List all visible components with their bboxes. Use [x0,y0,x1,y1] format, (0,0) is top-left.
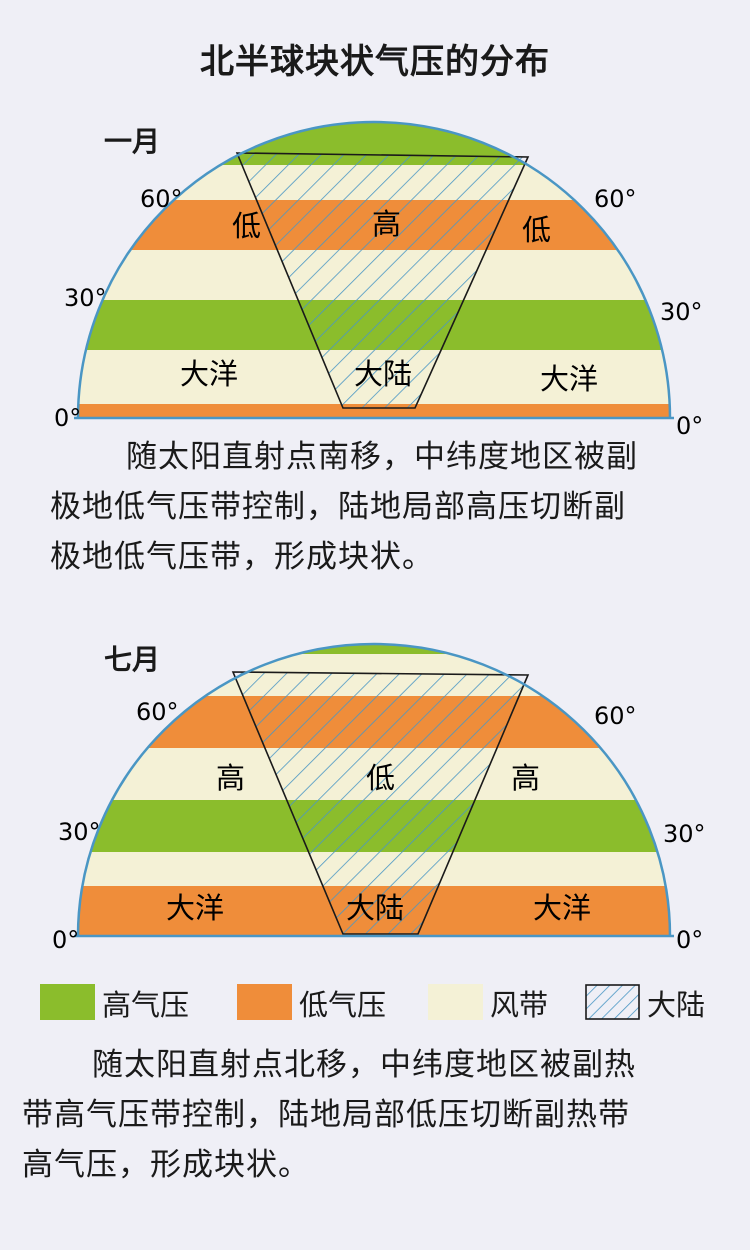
lat-30-right: 30° [660,298,703,326]
pressure-left-label: 高 [216,761,245,795]
legend-wind-label: 风带 [490,988,549,1022]
ocean-left-label: 大洋 [180,357,238,391]
july-line-3: 高气压，形成块状。 [22,1147,310,1183]
january-explanation: 随太阳直射点南移，中纬度地区被副 极地低气压带控制，陆地局部高压切断副 极地低气… [50,432,730,582]
legend-high-label: 高气压 [102,988,190,1022]
wind-belt-swatch [428,984,483,1020]
pressure-right-label: 高 [511,761,540,795]
low-pressure-swatch [237,984,292,1020]
july-explanation: 随太阳直射点北移，中纬度地区被副热 带高气压带控制，陆地局部低压切断副热带 高气… [22,1040,732,1190]
lat-0-left: 0° [54,404,81,432]
lat-0-left: 0° [52,926,79,954]
july-line-1: 随太阳直射点北移，中纬度地区被副热 [92,1047,636,1083]
ocean-left-label: 大洋 [166,891,224,925]
legend: 高气压 低气压 风带 大陆 [40,980,720,1024]
july-line-2: 带高气压带控制，陆地局部低压切断副热带 [22,1097,630,1133]
january-line-2: 极地低气压带控制，陆地局部高压切断副 [50,489,626,525]
continent-label: 大陆 [346,891,404,925]
lat-60-right: 60° [594,185,637,213]
ocean-right-label: 大洋 [533,891,591,925]
legend-low-label: 低气压 [299,988,387,1022]
pressure-left-label: 低 [232,209,261,243]
lat-0-right: 0° [676,926,703,954]
pressure-center-label: 低 [366,761,395,795]
legend-continent-label: 大陆 [647,988,706,1022]
lat-30-right: 30° [663,820,706,848]
polar-high-band [78,644,670,654]
continent-swatch [585,984,640,1020]
high-pressure-swatch [40,984,95,1020]
july-diagram: 60° 60° 30° 30° 0° 0° 高 低 高 大洋 大陆 大洋 [52,642,706,954]
january-diagram: 60° 60° 30° 30° 0° 0° 低 高 低 大洋 大陆 大洋 [54,120,703,440]
continent-label: 大陆 [354,357,412,391]
ocean-right-label: 大洋 [540,362,598,396]
lat-60-right: 60° [594,702,637,730]
january-line-1: 随太阳直射点南移，中纬度地区被副 [126,439,638,475]
lat-60-left: 60° [136,698,179,726]
pressure-right-label: 低 [522,213,551,247]
lat-30-left: 30° [58,818,101,846]
pressure-center-label: 高 [372,207,401,241]
january-line-3: 极地低气压带，形成块状。 [50,539,434,575]
lat-60-left: 60° [140,185,183,213]
lat-30-left: 30° [64,284,107,312]
